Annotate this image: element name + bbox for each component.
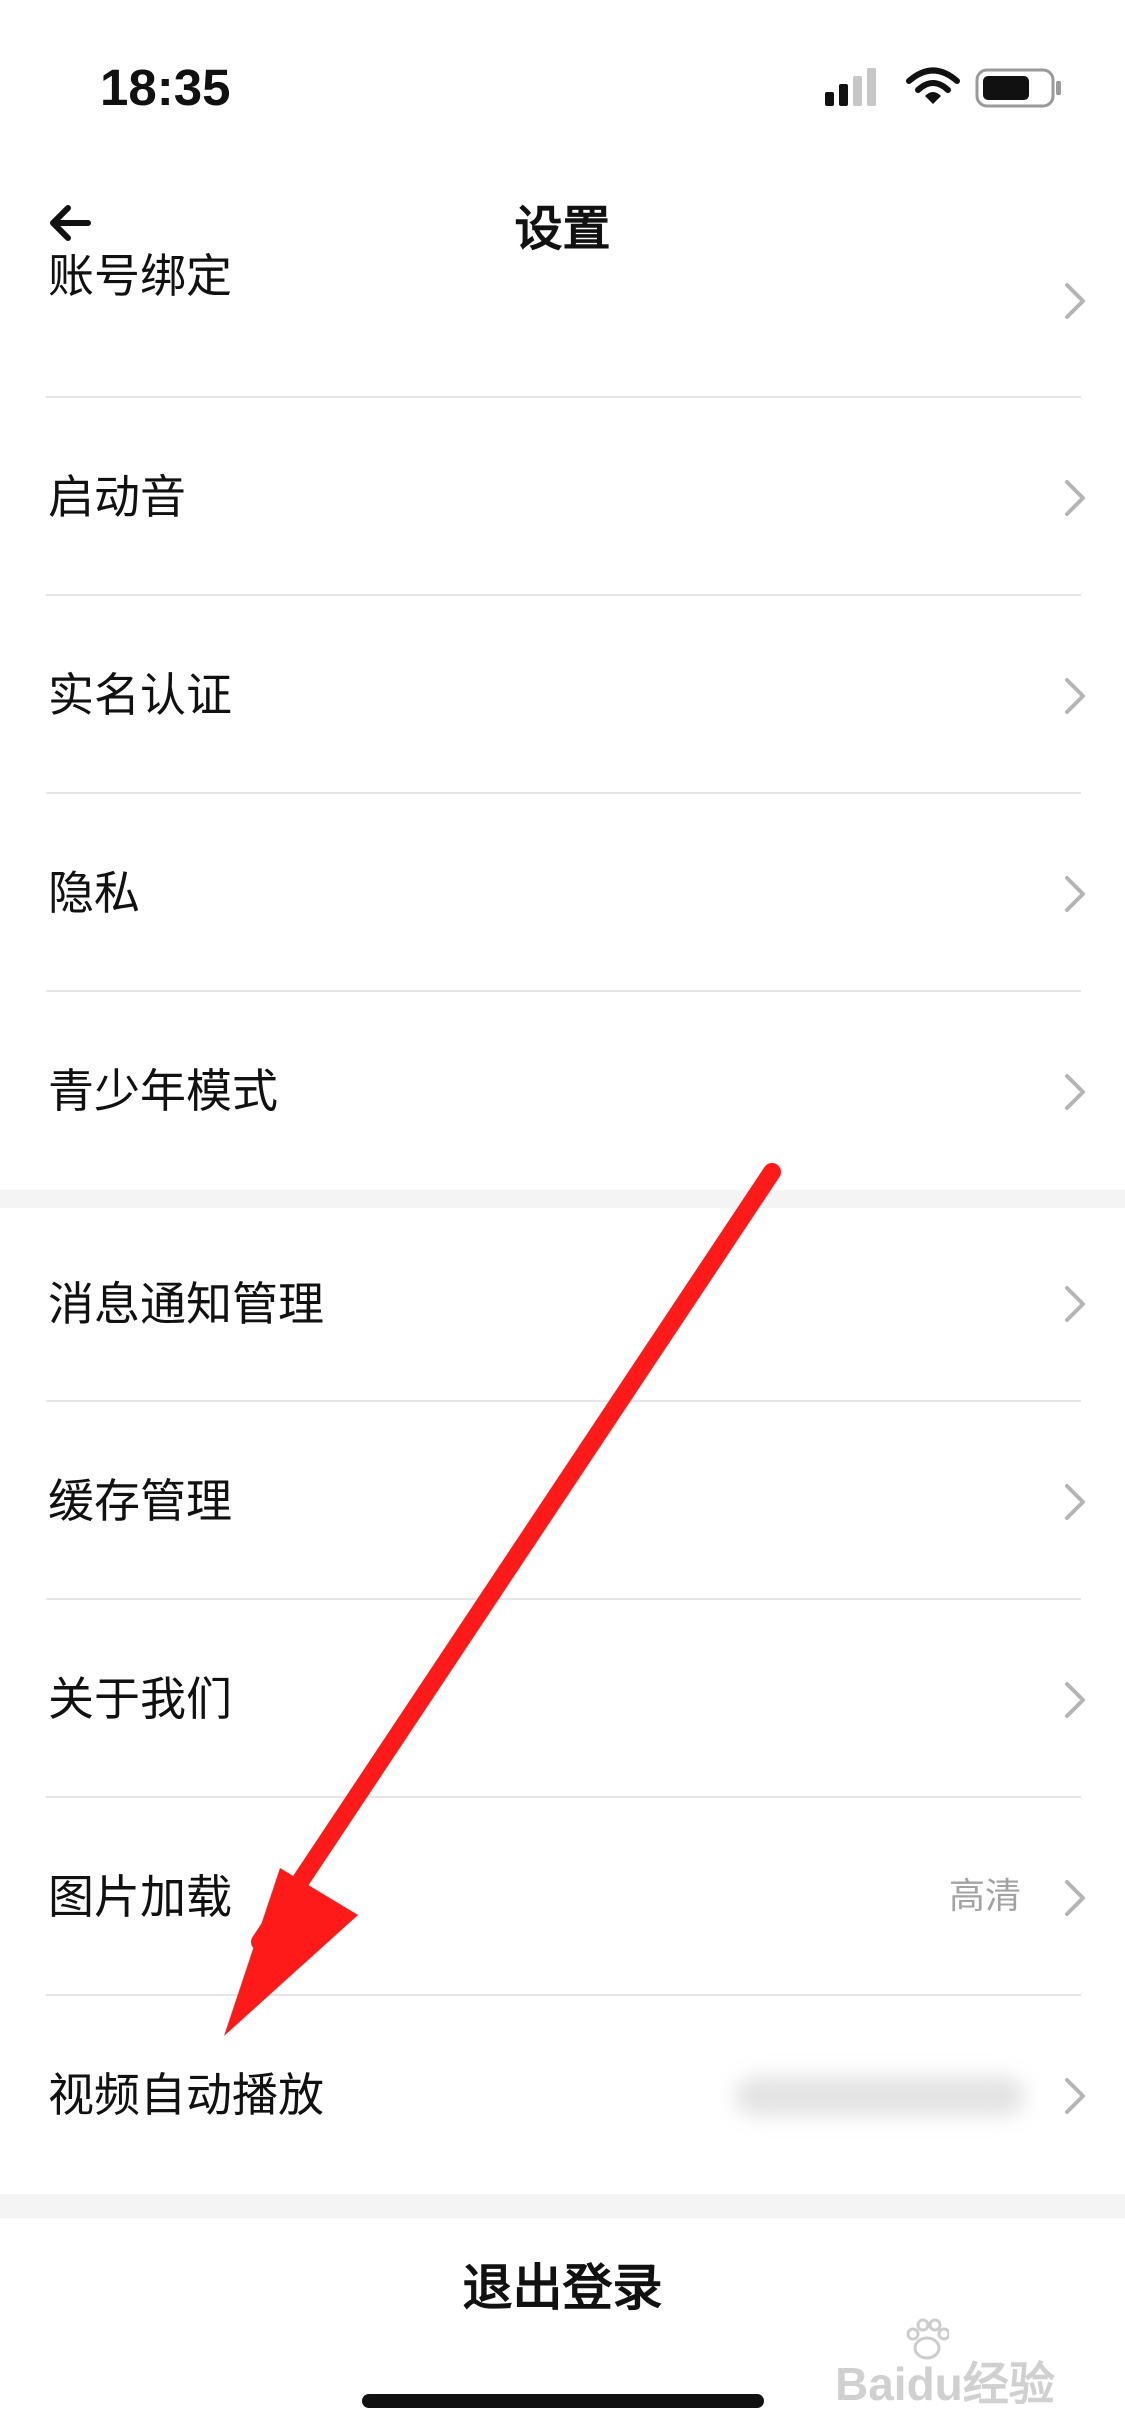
blurred-value bbox=[735, 2076, 1025, 2116]
settings-item-cache[interactable]: 缓存管理 bbox=[0, 1402, 1125, 1600]
chevron-right-icon bbox=[1065, 2078, 1085, 2114]
settings-item-label: 启动音 bbox=[48, 470, 186, 524]
signal-icon bbox=[825, 68, 876, 106]
chevron-right-icon bbox=[1065, 283, 1085, 319]
watermark: Baidu经验 bbox=[835, 2318, 1095, 2410]
section-separator bbox=[0, 2194, 1125, 2218]
chevron-right-icon bbox=[1065, 1074, 1085, 1110]
chevron-right-icon bbox=[1065, 1880, 1085, 1916]
chevron-right-icon bbox=[1065, 1286, 1085, 1322]
wifi-icon bbox=[906, 67, 960, 104]
settings-item-label: 缓存管理 bbox=[48, 1474, 232, 1528]
settings-item-privacy[interactable]: 隐私 bbox=[0, 794, 1125, 992]
section-separator bbox=[0, 1190, 1125, 1208]
settings-item-video-autoplay[interactable]: 视频自动播放 bbox=[0, 1996, 1125, 2194]
settings-item-label: 青少年模式 bbox=[48, 1064, 278, 1118]
settings-item-label: 关于我们 bbox=[48, 1672, 232, 1726]
settings-item-teen-mode[interactable]: 青少年模式 bbox=[0, 992, 1125, 1190]
home-indicator bbox=[362, 2394, 764, 2408]
settings-item-notifications[interactable]: 消息通知管理 bbox=[0, 1208, 1125, 1400]
settings-item-label: 实名认证 bbox=[48, 668, 232, 722]
chevron-right-icon bbox=[1065, 480, 1085, 516]
status-time: 18:35 bbox=[100, 59, 231, 116]
settings-item-label: 视频自动播放 bbox=[48, 2068, 324, 2122]
chevron-right-icon bbox=[1065, 1484, 1085, 1520]
settings-item-label: 消息通知管理 bbox=[48, 1277, 324, 1331]
chevron-right-icon bbox=[1065, 678, 1085, 714]
settings-item-label: 图片加载 bbox=[48, 1870, 232, 1924]
settings-item-image-loading[interactable]: 图片加载 高清 bbox=[0, 1798, 1125, 1996]
settings-item-startup-sound[interactable]: 启动音 bbox=[0, 398, 1125, 596]
battery-icon bbox=[975, 68, 1061, 108]
settings-item-about-us[interactable]: 关于我们 bbox=[0, 1600, 1125, 1798]
settings-item-label: 隐私 bbox=[48, 866, 140, 920]
status-bar: 18:35 bbox=[0, 0, 1125, 175]
chevron-right-icon bbox=[1065, 876, 1085, 912]
settings-item-value: 高清 bbox=[948, 1876, 1021, 1917]
chevron-right-icon bbox=[1065, 1682, 1085, 1718]
watermark-text: Baidu经验 bbox=[835, 2358, 1055, 2410]
logout-button[interactable]: 退出登录 bbox=[0, 2248, 1125, 2338]
settings-item-account-binding[interactable]: 账号绑定 bbox=[0, 200, 1125, 398]
status-icons bbox=[825, 66, 1065, 110]
settings-item-real-name[interactable]: 实名认证 bbox=[0, 596, 1125, 794]
